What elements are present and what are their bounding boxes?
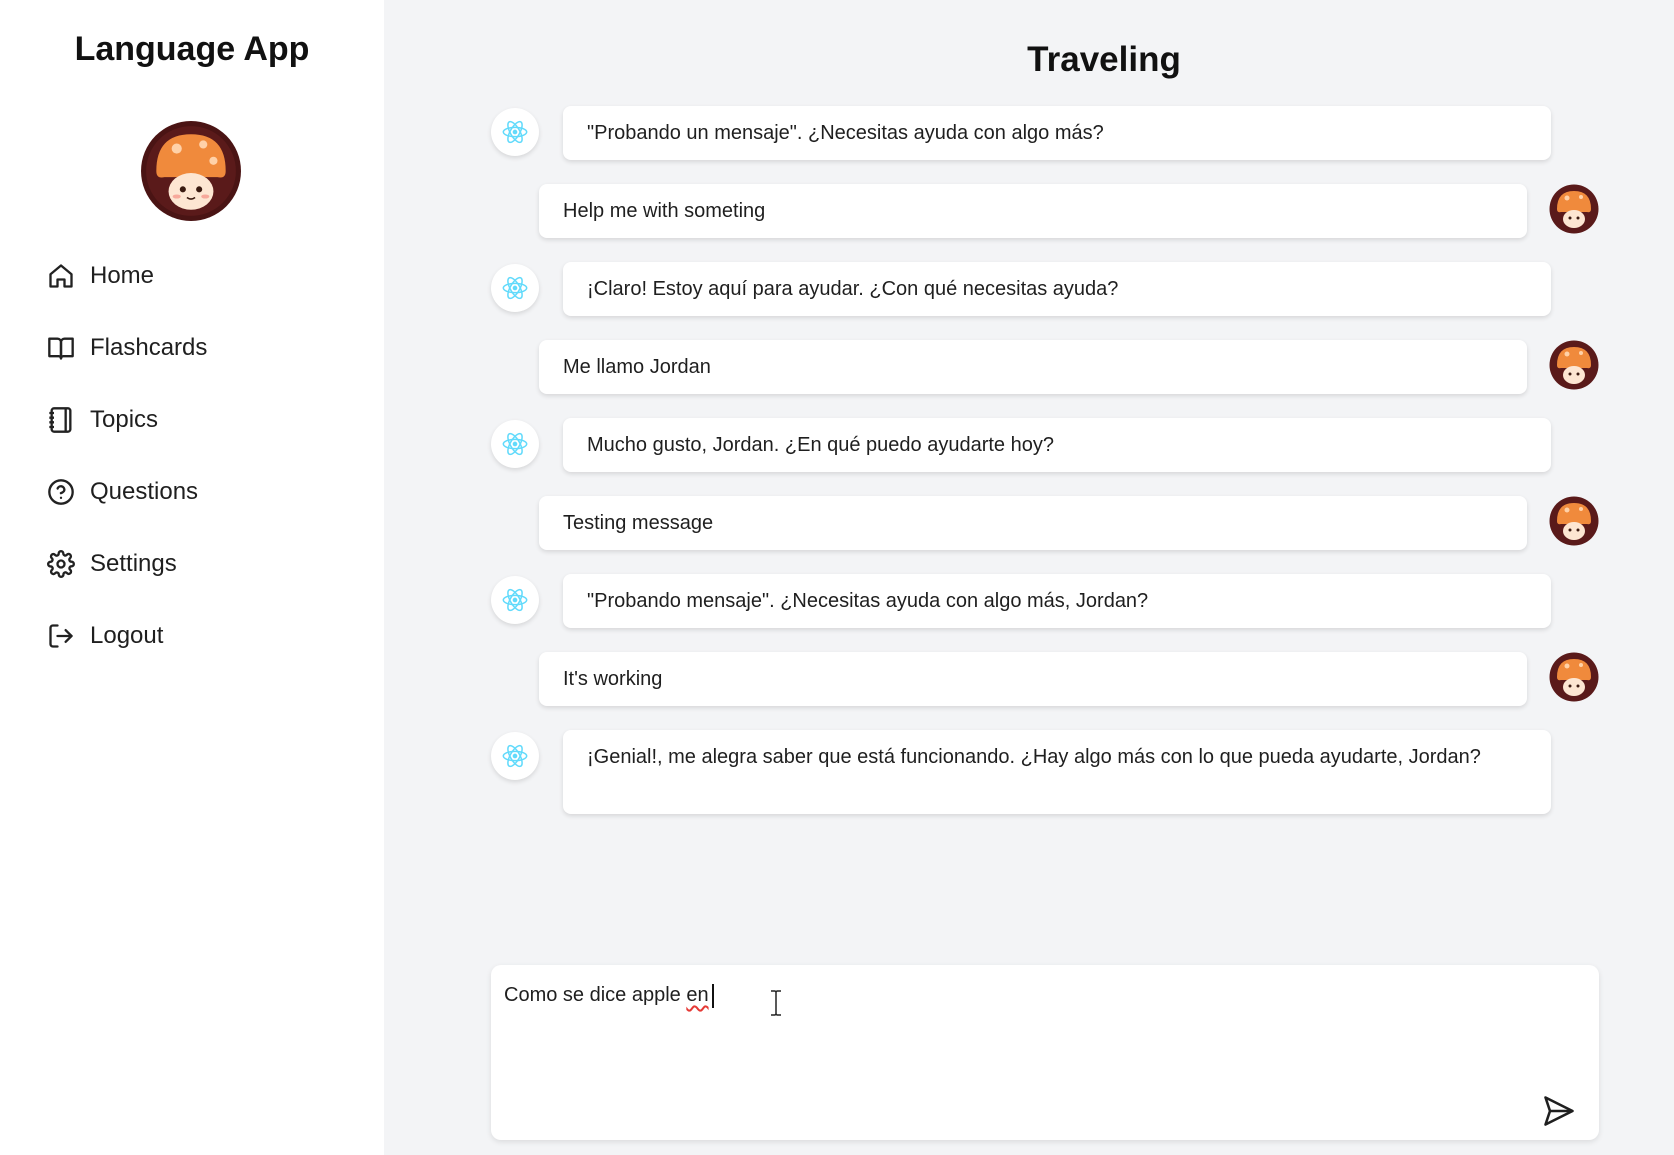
message-bubble: It's working [539, 652, 1527, 706]
message-bubble: "Probando un mensaje". ¿Necesitas ayuda … [563, 106, 1551, 160]
bot-avatar [491, 108, 539, 156]
atom-icon [502, 120, 528, 144]
mushroom-avatar-icon [1549, 496, 1599, 546]
sidebar-item-flashcards[interactable]: Flashcards [46, 312, 207, 384]
send-button[interactable] [1537, 1091, 1581, 1131]
atom-icon [502, 276, 528, 300]
message-bubble: Testing message [539, 496, 1527, 550]
message-input-value[interactable]: Como se dice apple en [504, 980, 714, 1010]
atom-icon [502, 744, 528, 768]
user-avatar [1549, 340, 1599, 390]
sidebar-item-label: Flashcards [90, 334, 208, 361]
message-bubble: ¡Genial!, me alegra saber que está funci… [563, 730, 1551, 814]
text-caret [711, 983, 714, 1008]
sidebar-item-settings[interactable]: Settings [46, 528, 207, 600]
bot-avatar [491, 264, 539, 312]
atom-icon [502, 588, 528, 612]
home-icon [46, 261, 76, 291]
sidebar-item-questions[interactable]: Questions [46, 456, 207, 528]
logout-icon [46, 621, 76, 651]
misspelled-word: en [686, 984, 709, 1006]
app-root: Language App Home Flashcards Topics Ques… [0, 0, 1674, 1155]
message-bubble: Help me with someting [539, 184, 1527, 238]
mushroom-avatar-icon [1549, 652, 1599, 702]
sidebar-item-label: Topics [90, 406, 159, 433]
book-icon [46, 333, 76, 363]
app-title: Language App [74, 30, 310, 68]
send-icon [1544, 1096, 1574, 1126]
sidebar-item-logout[interactable]: Logout [46, 600, 207, 672]
chat-panel: Traveling "Probando un mensaje". ¿Necesi… [384, 0, 1674, 1155]
sidebar-item-label: Logout [90, 622, 164, 649]
profile-avatar[interactable] [140, 120, 242, 222]
sidebar-item-label: Questions [90, 478, 199, 505]
user-avatar [1549, 184, 1599, 234]
sidebar-nav: Home Flashcards Topics Questions Setting… [46, 240, 207, 672]
mushroom-avatar-icon [1549, 184, 1599, 234]
ibeam-cursor-icon [771, 990, 781, 1016]
sidebar-item-home[interactable]: Home [46, 240, 207, 312]
question-circle-icon [46, 477, 76, 507]
notebook-icon [46, 405, 76, 435]
sidebar: Language App Home Flashcards Topics Ques… [0, 0, 384, 1155]
sidebar-item-topics[interactable]: Topics [46, 384, 207, 456]
message-bubble: Mucho gusto, Jordan. ¿En qué puedo ayuda… [563, 418, 1551, 472]
page-title: Traveling [1027, 40, 1181, 79]
sidebar-item-label: Settings [90, 550, 177, 577]
bot-avatar [491, 576, 539, 624]
mushroom-avatar-icon [141, 121, 241, 221]
message-bubble: Me llamo Jordan [539, 340, 1527, 394]
user-avatar [1549, 652, 1599, 702]
mushroom-avatar-icon [1549, 340, 1599, 390]
input-text-prefix: Como se dice apple [504, 984, 687, 1006]
bot-avatar [491, 732, 539, 780]
gear-icon [46, 549, 76, 579]
atom-icon [502, 432, 528, 456]
message-bubble: "Probando mensaje". ¿Necesitas ayuda con… [563, 574, 1551, 628]
user-avatar [1549, 496, 1599, 546]
bot-avatar [491, 420, 539, 468]
message-bubble: ¡Claro! Estoy aquí para ayudar. ¿Con qué… [563, 262, 1551, 316]
message-input[interactable]: Como se dice apple en [491, 965, 1599, 1140]
sidebar-item-label: Home [90, 262, 155, 289]
